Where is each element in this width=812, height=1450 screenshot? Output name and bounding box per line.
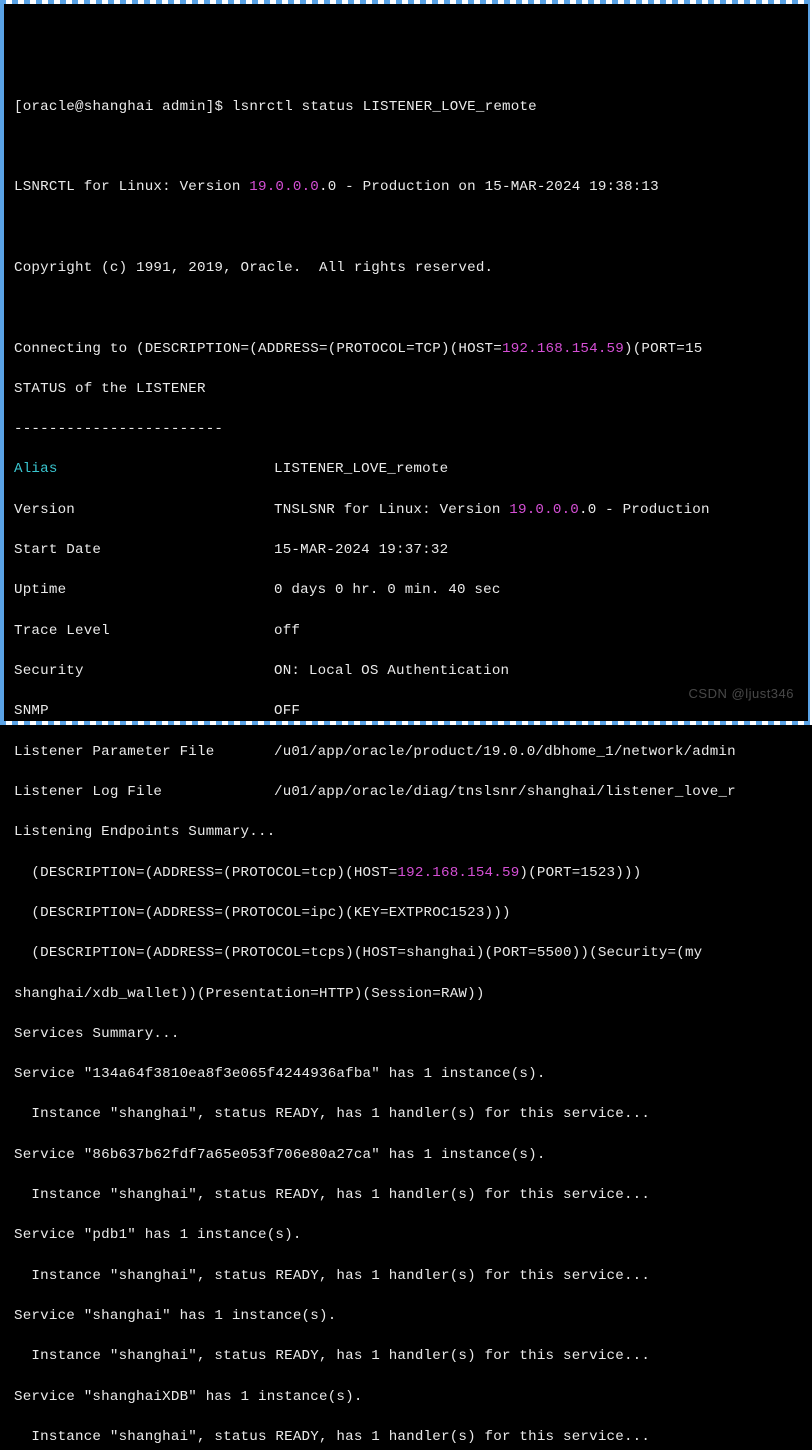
service-line: Service "pdb1" has 1 instance(s). xyxy=(14,1225,798,1245)
service-line: Service "86b637b62fdf7a65e053f706e80a27c… xyxy=(14,1145,798,1165)
version-number: 19.0.0.0 xyxy=(249,179,319,195)
service-line: Service "shanghai" has 1 instance(s). xyxy=(14,1306,798,1326)
kv-security: SecurityON: Local OS Authentication xyxy=(14,661,798,681)
shell-prompt: [oracle@shanghai admin]$ xyxy=(14,99,232,115)
status-heading: STATUS of the LISTENER xyxy=(14,379,798,399)
instance-line: Instance "shanghai", status READY, has 1… xyxy=(14,1185,798,1205)
endpoint-wrap: shanghai/xdb_wallet))(Presentation=HTTP)… xyxy=(14,984,798,1004)
endpoint-line: (DESCRIPTION=(ADDRESS=(PROTOCOL=ipc)(KEY… xyxy=(14,903,798,923)
kv-log-file: Listener Log File/u01/app/oracle/diag/tn… xyxy=(14,782,798,802)
instance-line: Instance "shanghai", status READY, has 1… xyxy=(14,1266,798,1286)
command-text[interactable]: lsnrctl status LISTENER_LOVE_remote xyxy=(232,99,537,115)
blank-line xyxy=(14,218,798,238)
kv-uptime: Uptime0 days 0 hr. 0 min. 40 sec xyxy=(14,580,798,600)
kv-trace: Trace Leveloff xyxy=(14,621,798,641)
kv-param-file: Listener Parameter File/u01/app/oracle/p… xyxy=(14,742,798,762)
services-heading: Services Summary... xyxy=(14,1024,798,1044)
copyright-line: Copyright (c) 1991, 2019, Oracle. All ri… xyxy=(14,258,798,278)
endpoint-line: (DESCRIPTION=(ADDRESS=(PROTOCOL=tcps)(HO… xyxy=(14,943,798,963)
terminal-line: [oracle@shanghai admin]$ lsnrctl status … xyxy=(14,97,798,117)
service-line: Service "134a64f3810ea8f3e065f4244936afb… xyxy=(14,1064,798,1084)
watermark: CSDN @ljust346 xyxy=(689,685,794,703)
blank-line xyxy=(14,298,798,318)
kv-start-date: Start Date15-MAR-2024 19:37:32 xyxy=(14,540,798,560)
service-line: Service "shanghaiXDB" has 1 instance(s). xyxy=(14,1387,798,1407)
endpoint-line: (DESCRIPTION=(ADDRESS=(PROTOCOL=tcp)(HOS… xyxy=(14,863,798,883)
kv-alias: AliasLISTENER_LOVE_remote xyxy=(14,459,798,479)
kv-snmp: SNMPOFF xyxy=(14,701,798,721)
blank-line xyxy=(14,137,798,157)
instance-line: Instance "shanghai", status READY, has 1… xyxy=(14,1427,798,1447)
product-line: LSNRCTL for Linux: Version 19.0.0.0.0 - … xyxy=(14,177,798,197)
connecting-line: Connecting to (DESCRIPTION=(ADDRESS=(PRO… xyxy=(14,339,798,359)
alias-value: LISTENER_LOVE_remote xyxy=(274,461,448,477)
alias-label: Alias xyxy=(14,459,274,479)
instance-line: Instance "shanghai", status READY, has 1… xyxy=(14,1104,798,1124)
instance-line: Instance "shanghai", status READY, has 1… xyxy=(14,1346,798,1366)
kv-version: VersionTNSLSNR for Linux: Version 19.0.0… xyxy=(14,500,798,520)
host-ip: 192.168.154.59 xyxy=(502,341,624,357)
endpoints-heading: Listening Endpoints Summary... xyxy=(14,822,798,842)
divider-line: ------------------------ xyxy=(14,419,798,439)
